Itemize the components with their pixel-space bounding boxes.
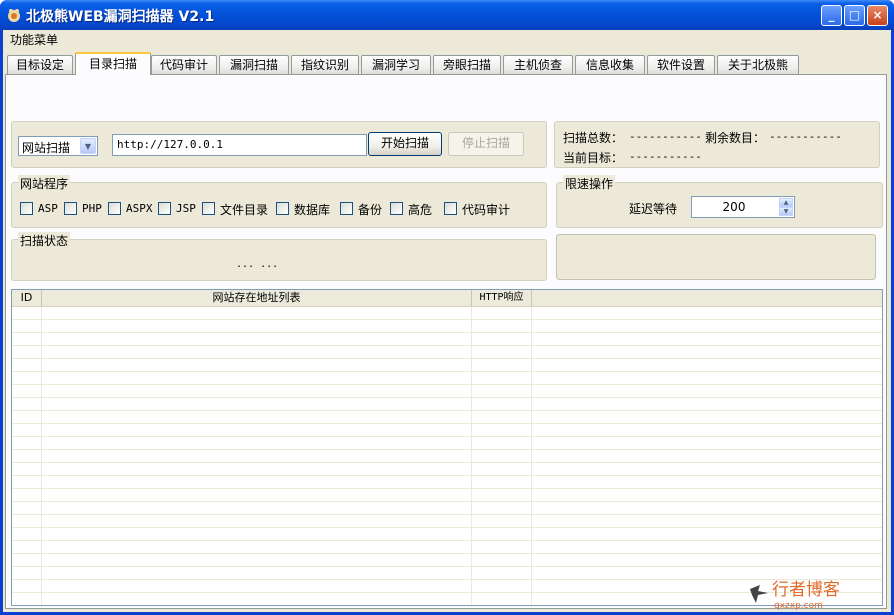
column-extra[interactable] — [532, 290, 882, 306]
grid-divider — [41, 307, 42, 605]
stop-scan-button[interactable]: 停止扫描 — [448, 132, 524, 156]
scan-status-group: 扫描状态 ... ... — [11, 232, 547, 281]
remaining-value: ----------- — [769, 130, 842, 143]
website-program-legend: 网站程序 — [18, 175, 71, 192]
start-scan-button[interactable]: 开始扫描 — [368, 132, 442, 156]
watermark-text: 行者博客 — [772, 580, 840, 600]
tab-vuln-learn[interactable]: 漏洞学习 — [361, 55, 431, 74]
tab-fingerprint[interactable]: 指纹识别 — [291, 55, 359, 74]
code-audit-checkbox[interactable] — [444, 202, 457, 215]
scan-stats-panel: 扫描总数： ----------- 剩余数目： ----------- 当前目标… — [554, 121, 880, 168]
minimize-button[interactable]: _ — [821, 5, 842, 26]
menu-bar: 功能菜单 — [3, 30, 891, 48]
app-window: 北极熊WEB漏洞扫描器 V2.1 _ □ × 功能菜单 目标设定 目录扫描 代码… — [0, 0, 894, 615]
website-program-group: 网站程序 ASP PHP ASPX JSP 文件目录 数据库 备份 高危 代码审… — [11, 175, 547, 228]
maximize-button[interactable]: □ — [844, 5, 865, 26]
polar-bear-app-icon — [8, 9, 20, 22]
client-area: 功能菜单 目标设定 目录扫描 代码审计 漏洞扫描 指纹识别 漏洞学习 旁眼扫描 … — [3, 30, 891, 612]
backup-checkbox[interactable] — [340, 202, 353, 215]
php-checkbox[interactable] — [64, 202, 77, 215]
column-id[interactable]: ID — [12, 290, 42, 306]
scan-mode-value: 网站扫描 — [22, 141, 71, 155]
grid-divider — [471, 307, 472, 605]
database-label: 数据库 — [294, 203, 331, 217]
scan-status-text: ... ... — [236, 259, 279, 270]
database-checkbox[interactable] — [276, 202, 289, 215]
throttle-legend: 限速操作 — [563, 175, 616, 192]
throttle-group: 限速操作 延迟等待 200 ▲ ▼ — [556, 175, 883, 228]
url-input[interactable]: http://127.0.0.1 — [112, 134, 367, 156]
menu-item-functions[interactable]: 功能菜单 — [7, 31, 61, 48]
list-header: ID 网站存在地址列表 HTTP响应 — [12, 290, 882, 307]
grid-divider — [531, 307, 532, 605]
column-address-list[interactable]: 网站存在地址列表 — [42, 290, 472, 306]
file-directory-label: 文件目录 — [220, 203, 269, 217]
remaining-label: 剩余数目： — [705, 131, 766, 145]
tab-software-settings[interactable]: 软件设置 — [647, 55, 715, 74]
progress-panel — [556, 234, 876, 280]
scan-target-panel: 网站扫描 ▼ http://127.0.0.1 开始扫描 停止扫描 — [11, 121, 547, 168]
total-value: ----------- — [629, 130, 702, 143]
php-label: PHP — [82, 202, 102, 215]
jsp-label: JSP — [176, 202, 196, 215]
tab-host-recon[interactable]: 主机侦查 — [503, 55, 573, 74]
delay-spinner[interactable]: 200 ▲ ▼ — [691, 196, 795, 218]
aspx-checkbox[interactable] — [108, 202, 121, 215]
spin-down-icon[interactable]: ▼ — [779, 207, 793, 216]
chevron-down-icon[interactable]: ▼ — [80, 138, 96, 154]
delay-value: 200 — [722, 200, 746, 214]
watermark-url: qxzxp.com — [774, 601, 823, 611]
delay-label: 延迟等待 — [629, 202, 678, 216]
tab-strip: 目标设定 目录扫描 代码审计 漏洞扫描 指纹识别 漏洞学习 旁眼扫描 主机侦查 … — [5, 52, 889, 75]
results-list[interactable]: ID 网站存在地址列表 HTTP响应 — [11, 289, 883, 606]
asp-label: ASP — [38, 202, 58, 215]
asp-checkbox[interactable] — [20, 202, 33, 215]
close-button[interactable]: × — [867, 5, 888, 26]
tab-target-settings[interactable]: 目标设定 — [7, 55, 73, 74]
code-audit-label: 代码审计 — [462, 203, 511, 217]
current-target-label: 当前目标： — [563, 151, 624, 165]
tab-info-gather[interactable]: 信息收集 — [575, 55, 645, 74]
jsp-checkbox[interactable] — [158, 202, 171, 215]
directory-scan-panel: 网站扫描 ▼ http://127.0.0.1 开始扫描 停止扫描 扫描总数： … — [5, 74, 887, 609]
window-title: 北极熊WEB漏洞扫描器 V2.1 — [26, 9, 215, 25]
tab-code-audit[interactable]: 代码审计 — [151, 55, 217, 74]
tab-side-scan[interactable]: 旁眼扫描 — [433, 55, 501, 74]
backup-label: 备份 — [358, 203, 383, 217]
list-grid — [12, 307, 882, 605]
column-http-response[interactable]: HTTP响应 — [472, 290, 532, 306]
spin-up-icon[interactable]: ▲ — [779, 198, 793, 207]
aspx-label: ASPX — [126, 202, 153, 215]
current-target-value: ----------- — [629, 150, 702, 163]
scan-status-legend: 扫描状态 — [18, 232, 71, 249]
total-label: 扫描总数： — [563, 131, 624, 145]
tab-about[interactable]: 关于北极熊 — [717, 55, 799, 74]
watermark-logo: 行者博客 qxzxp.com — [750, 580, 840, 611]
scan-mode-select[interactable]: 网站扫描 ▼ — [18, 136, 98, 156]
tab-directory-scan[interactable]: 目录扫描 — [75, 52, 151, 75]
high-risk-checkbox[interactable] — [390, 202, 403, 215]
file-directory-checkbox[interactable] — [202, 202, 215, 215]
tab-vuln-scan[interactable]: 漏洞扫描 — [219, 55, 289, 74]
title-bar[interactable]: 北极熊WEB漏洞扫描器 V2.1 _ □ × — [0, 0, 894, 30]
high-risk-label: 高危 — [408, 203, 433, 217]
